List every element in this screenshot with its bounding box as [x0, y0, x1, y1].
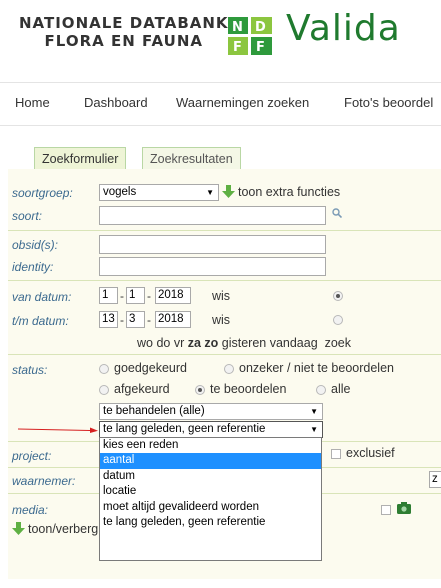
date-separator: - [147, 289, 151, 303]
green-down-arrow-icon[interactable] [222, 185, 235, 198]
exclusief-checkbox[interactable] [331, 449, 341, 459]
site-logo-text: NATIONALE DATABANK FLORA EN FAUNA [19, 14, 229, 50]
date-separator: - [147, 313, 151, 327]
reden-select[interactable]: te lang geleden, geen referentie ▼ [99, 421, 323, 438]
nav-home[interactable]: Home [15, 95, 50, 110]
quick-dates-rest[interactable]: gisteren vandaag zoek [218, 336, 351, 350]
status-goedgekeurd-radio[interactable] [99, 364, 109, 374]
soortgroep-value: vogels [103, 186, 137, 198]
van-wis-link[interactable]: wis [212, 289, 230, 303]
nav-dashboard[interactable]: Dashboard [84, 95, 148, 110]
site-title: Valida [286, 8, 401, 49]
status-te-beoordelen-label: te beoordelen [210, 382, 287, 396]
chevron-down-icon: ▼ [310, 407, 318, 416]
svg-text:D: D [255, 20, 266, 35]
divider [8, 354, 441, 355]
quick-dates-weekend[interactable]: za zo [188, 336, 219, 350]
ndff-logo-icon: N D F F [228, 17, 272, 55]
camera-icon[interactable] [397, 502, 411, 514]
logo-line-1: NATIONALE DATABANK [19, 14, 229, 32]
tm-datum-label: t/m datum: [12, 314, 69, 328]
media-label: media: [12, 503, 49, 517]
dropdown-option[interactable]: locatie [100, 484, 321, 499]
van-datum-radio[interactable] [333, 291, 343, 301]
identity-input[interactable] [99, 257, 326, 276]
main-nav: Home Dashboard Waarnemingen zoeken Foto'… [0, 82, 441, 126]
nav-waarnemingen-zoeken[interactable]: Waarnemingen zoeken [176, 95, 309, 110]
chevron-down-icon: ▼ [206, 188, 214, 197]
date-separator: - [120, 289, 124, 303]
identity-label: identity: [12, 260, 54, 274]
search-icon[interactable] [332, 208, 342, 218]
svg-text:N: N [232, 20, 243, 35]
obsid-input[interactable] [99, 235, 326, 254]
tm-wis-link[interactable]: wis [212, 313, 230, 327]
tab-zoekformulier[interactable]: Zoekformulier [34, 147, 127, 170]
project-label: project: [12, 449, 52, 463]
chevron-down-icon: ▼ [310, 425, 318, 434]
status-alle-radio[interactable] [316, 385, 326, 395]
media-checkbox[interactable] [381, 505, 391, 515]
tab-zoekresultaten[interactable]: Zoekresultaten [142, 147, 241, 170]
soortgroep-select[interactable]: vogels ▼ [99, 184, 219, 201]
van-year-input[interactable]: 2018 [155, 287, 191, 304]
van-day-input[interactable]: 1 [99, 287, 118, 304]
nav-fotos-beoordelen[interactable]: Foto's beoordel [344, 95, 433, 110]
van-datum-label: van datum: [12, 290, 72, 304]
status-goedgekeurd-label: goedgekeurd [114, 361, 187, 375]
quick-date-links[interactable]: wo do vr za zo gisteren vandaag zoek [137, 336, 351, 350]
waarnemer-label: waarnemer: [12, 474, 76, 488]
soort-label: soort: [12, 209, 43, 223]
behandelen-value: te behandelen (alle) [103, 405, 205, 417]
status-onzeker-radio[interactable] [224, 364, 234, 374]
tm-month-input[interactable]: 3 [126, 311, 145, 328]
waarnemer-field-edge[interactable]: z [429, 471, 441, 488]
red-arrow-annotation [18, 427, 98, 433]
svg-text:F: F [233, 40, 242, 55]
status-afgekeurd-label: afgekeurd [114, 382, 170, 396]
tm-day-input[interactable]: 13 [99, 311, 118, 328]
dropdown-option[interactable]: te lang geleden, geen referentie [100, 515, 321, 530]
reden-value: te lang geleden, geen referentie [103, 423, 266, 435]
extra-functions-link[interactable]: toon extra functies [238, 185, 340, 199]
dropdown-option[interactable]: kies een reden [100, 438, 321, 453]
status-label: status: [12, 363, 48, 377]
status-alle-label: alle [331, 382, 351, 396]
status-onzeker-label: onzeker / niet te beoordelen [239, 361, 394, 375]
status-afgekeurd-radio[interactable] [99, 385, 109, 395]
date-separator: - [120, 313, 124, 327]
soort-input[interactable] [99, 206, 326, 225]
divider [8, 280, 441, 281]
obsid-label: obsid(s): [12, 238, 59, 252]
soortgroep-label: soortgroep: [12, 186, 73, 200]
divider [8, 230, 441, 231]
van-month-input[interactable]: 1 [126, 287, 145, 304]
svg-text:F: F [256, 40, 265, 55]
tm-year-input[interactable]: 2018 [155, 311, 191, 328]
exclusief-label: exclusief [346, 446, 395, 460]
logo-line-2: FLORA EN FAUNA [44, 32, 203, 50]
dropdown-option-selected[interactable]: aantal [100, 453, 321, 469]
behandelen-select[interactable]: te behandelen (alle) ▼ [99, 403, 323, 420]
status-te-beoordelen-radio[interactable] [195, 385, 205, 395]
dropdown-option[interactable]: datum [100, 469, 321, 484]
green-down-arrow-icon[interactable] [12, 522, 25, 535]
tm-datum-radio[interactable] [333, 315, 343, 325]
reden-dropdown-list[interactable]: kies een reden aantal datum locatie moet… [99, 437, 322, 561]
dropdown-option[interactable]: moet altijd gevalideerd worden [100, 500, 321, 515]
quick-dates-weekdays[interactable]: wo do vr [137, 336, 188, 350]
